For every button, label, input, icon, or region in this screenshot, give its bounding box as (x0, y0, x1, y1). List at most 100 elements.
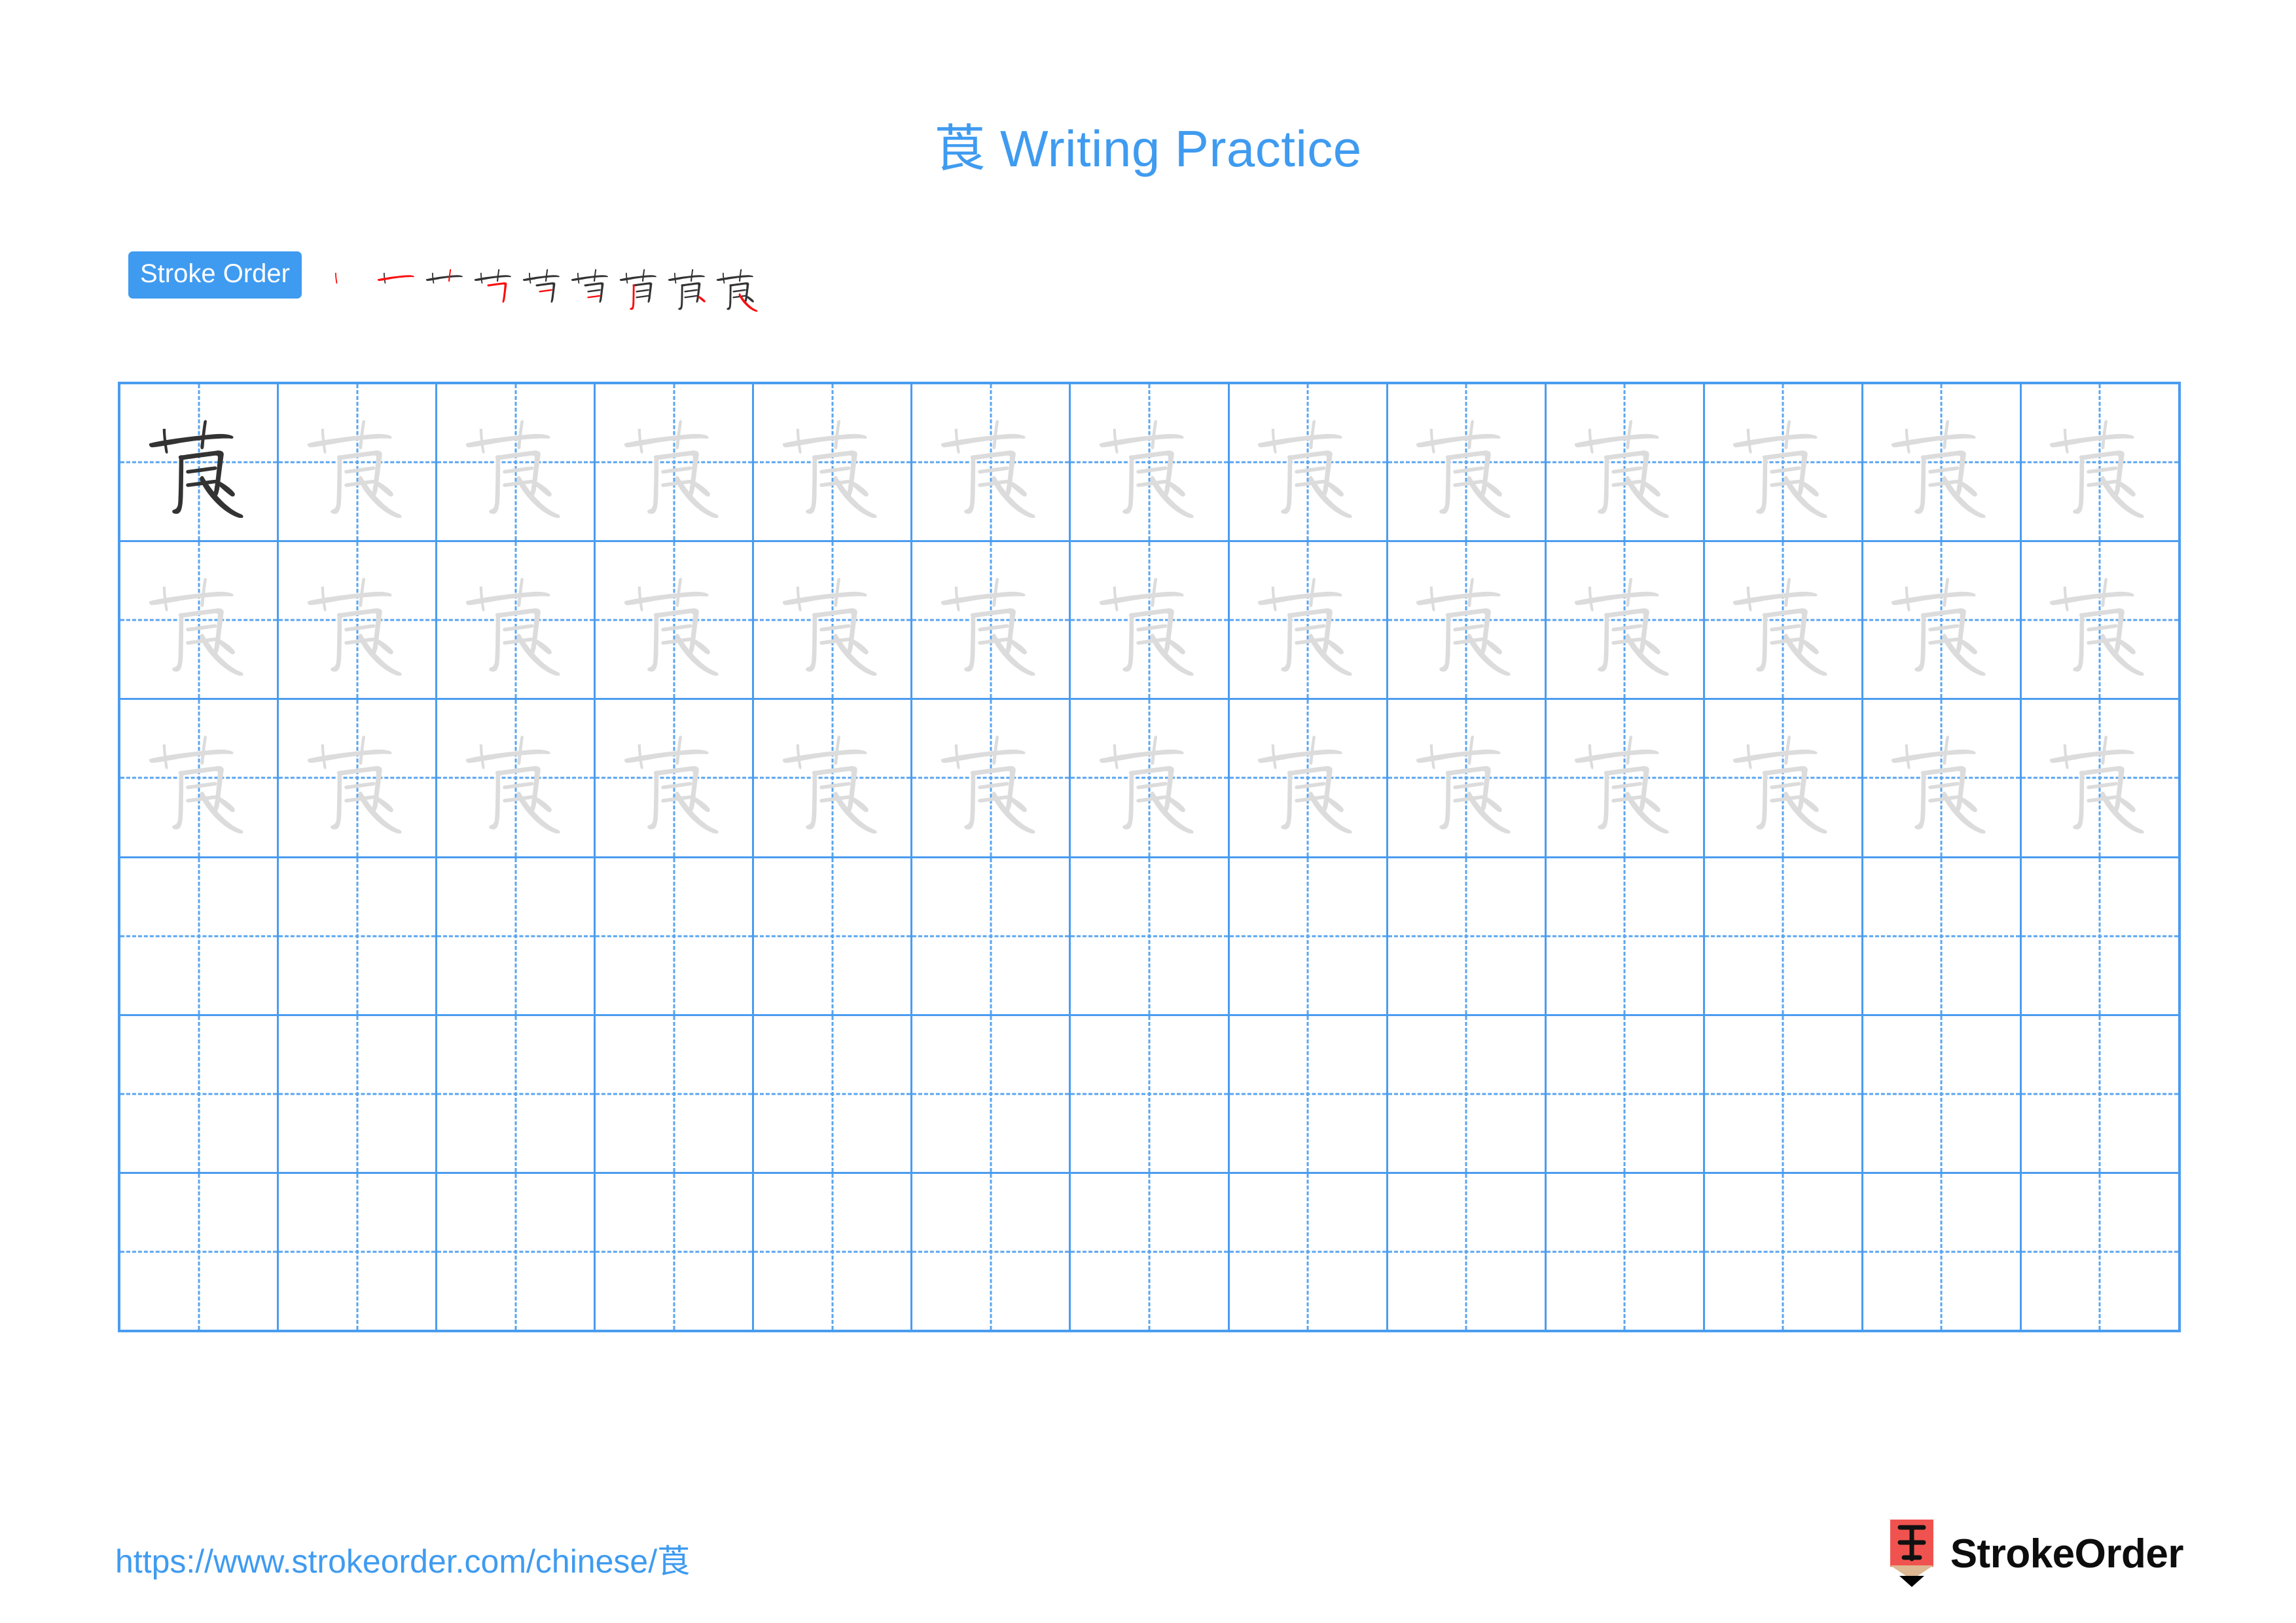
practice-cell[interactable] (1229, 700, 1388, 856)
cell-horizontal-guide (1229, 935, 1386, 938)
practice-cell[interactable] (120, 542, 279, 699)
practice-cell[interactable] (1546, 1015, 1705, 1172)
trace-character (2044, 407, 2155, 519)
trace-character (777, 564, 888, 676)
practice-cell[interactable] (1546, 384, 1705, 541)
practice-cell[interactable] (1388, 542, 1547, 699)
practice-cell[interactable] (912, 542, 1071, 699)
practice-cell[interactable] (2021, 384, 2179, 541)
practice-cell[interactable] (912, 858, 1071, 1014)
practice-cell[interactable] (1863, 1173, 2022, 1330)
practice-cell[interactable] (279, 858, 438, 1014)
practice-cell[interactable] (2021, 858, 2179, 1014)
practice-cell[interactable] (279, 1015, 438, 1172)
practice-cell[interactable] (437, 858, 596, 1014)
practice-cell[interactable] (1863, 384, 2022, 541)
practice-cell[interactable] (1546, 1173, 1705, 1330)
practice-cell[interactable] (279, 542, 438, 699)
practice-cell[interactable] (1071, 1173, 1230, 1330)
practice-cell[interactable] (754, 384, 913, 541)
practice-cell[interactable] (596, 858, 755, 1014)
practice-cell[interactable] (596, 384, 755, 541)
practice-cell[interactable] (1388, 1015, 1547, 1172)
practice-cell[interactable] (1229, 1173, 1388, 1330)
practice-cell[interactable] (120, 700, 279, 856)
footer-url[interactable]: https://www.strokeorder.com/chinese/莨 (115, 1535, 690, 1582)
practice-cell[interactable] (754, 700, 913, 856)
practice-cell[interactable] (1704, 542, 1863, 699)
practice-cell[interactable] (1071, 700, 1230, 856)
practice-cell[interactable] (1071, 1015, 1230, 1172)
practice-cell[interactable] (279, 1173, 438, 1330)
practice-cell[interactable] (1388, 858, 1547, 1014)
practice-cell[interactable] (1704, 858, 1863, 1014)
practice-cell[interactable] (1863, 858, 2022, 1014)
practice-cell[interactable] (2021, 700, 2179, 856)
trace-character (460, 722, 571, 834)
practice-cell[interactable] (912, 1173, 1071, 1330)
model-character (143, 407, 255, 519)
practice-cell[interactable] (912, 384, 1071, 541)
practice-cell[interactable] (120, 1173, 279, 1330)
stroke-step-4 (472, 247, 520, 319)
practice-cell[interactable] (1388, 700, 1547, 856)
brand-logo[interactable]: StrokeOrder (1888, 1518, 2184, 1590)
practice-cell[interactable] (754, 858, 913, 1014)
practice-cell[interactable] (1229, 542, 1388, 699)
trace-character (619, 564, 730, 676)
practice-cell[interactable] (120, 384, 279, 541)
cell-horizontal-guide (437, 1093, 594, 1095)
practice-cell[interactable] (1388, 384, 1547, 541)
cell-horizontal-guide (1071, 1250, 1228, 1253)
practice-cell[interactable] (912, 1015, 1071, 1172)
practice-cell[interactable] (1071, 858, 1230, 1014)
practice-cell[interactable] (1229, 1015, 1388, 1172)
practice-cell[interactable] (596, 700, 755, 856)
practice-cell[interactable] (1388, 1173, 1547, 1330)
trace-character (935, 407, 1047, 519)
practice-cell[interactable] (1546, 700, 1705, 856)
cell-horizontal-guide (120, 1250, 278, 1253)
cell-horizontal-guide (754, 1250, 911, 1253)
practice-cell[interactable] (1071, 542, 1230, 699)
trace-character (935, 564, 1047, 676)
trace-character (302, 722, 413, 834)
practice-cell[interactable] (2021, 1015, 2179, 1172)
cell-horizontal-guide (1071, 935, 1228, 938)
practice-cell[interactable] (1863, 1015, 2022, 1172)
practice-cell[interactable] (754, 542, 913, 699)
practice-cell[interactable] (596, 1015, 755, 1172)
practice-cell[interactable] (437, 1173, 596, 1330)
practice-cell[interactable] (279, 384, 438, 541)
practice-cell[interactable] (437, 700, 596, 856)
practice-cell[interactable] (437, 542, 596, 699)
practice-cell[interactable] (1704, 1173, 1863, 1330)
practice-cell[interactable] (279, 700, 438, 856)
practice-cell[interactable] (437, 384, 596, 541)
practice-cell[interactable] (120, 1015, 279, 1172)
stroke-step-2 (375, 247, 423, 319)
practice-cell[interactable] (1863, 700, 2022, 856)
practice-cell[interactable] (596, 542, 755, 699)
practice-cell[interactable] (437, 1015, 596, 1172)
practice-cell[interactable] (2021, 542, 2179, 699)
stroke-step-1 (327, 247, 375, 319)
practice-cell[interactable] (1546, 542, 1705, 699)
practice-cell[interactable] (912, 700, 1071, 856)
practice-cell[interactable] (120, 858, 279, 1014)
practice-cell[interactable] (754, 1173, 913, 1330)
practice-cell[interactable] (1863, 542, 2022, 699)
cell-horizontal-guide (912, 1250, 1069, 1253)
practice-cell[interactable] (1704, 384, 1863, 541)
cell-horizontal-guide (596, 935, 753, 938)
practice-cell[interactable] (1229, 384, 1388, 541)
practice-cell[interactable] (1704, 1015, 1863, 1172)
practice-cell[interactable] (2021, 1173, 2179, 1330)
practice-cell[interactable] (1704, 700, 1863, 856)
practice-cell[interactable] (1229, 858, 1388, 1014)
practice-cell[interactable] (1071, 384, 1230, 541)
practice-cell[interactable] (1546, 858, 1705, 1014)
practice-cell[interactable] (754, 1015, 913, 1172)
practice-cell[interactable] (596, 1173, 755, 1330)
trace-character (460, 564, 571, 676)
